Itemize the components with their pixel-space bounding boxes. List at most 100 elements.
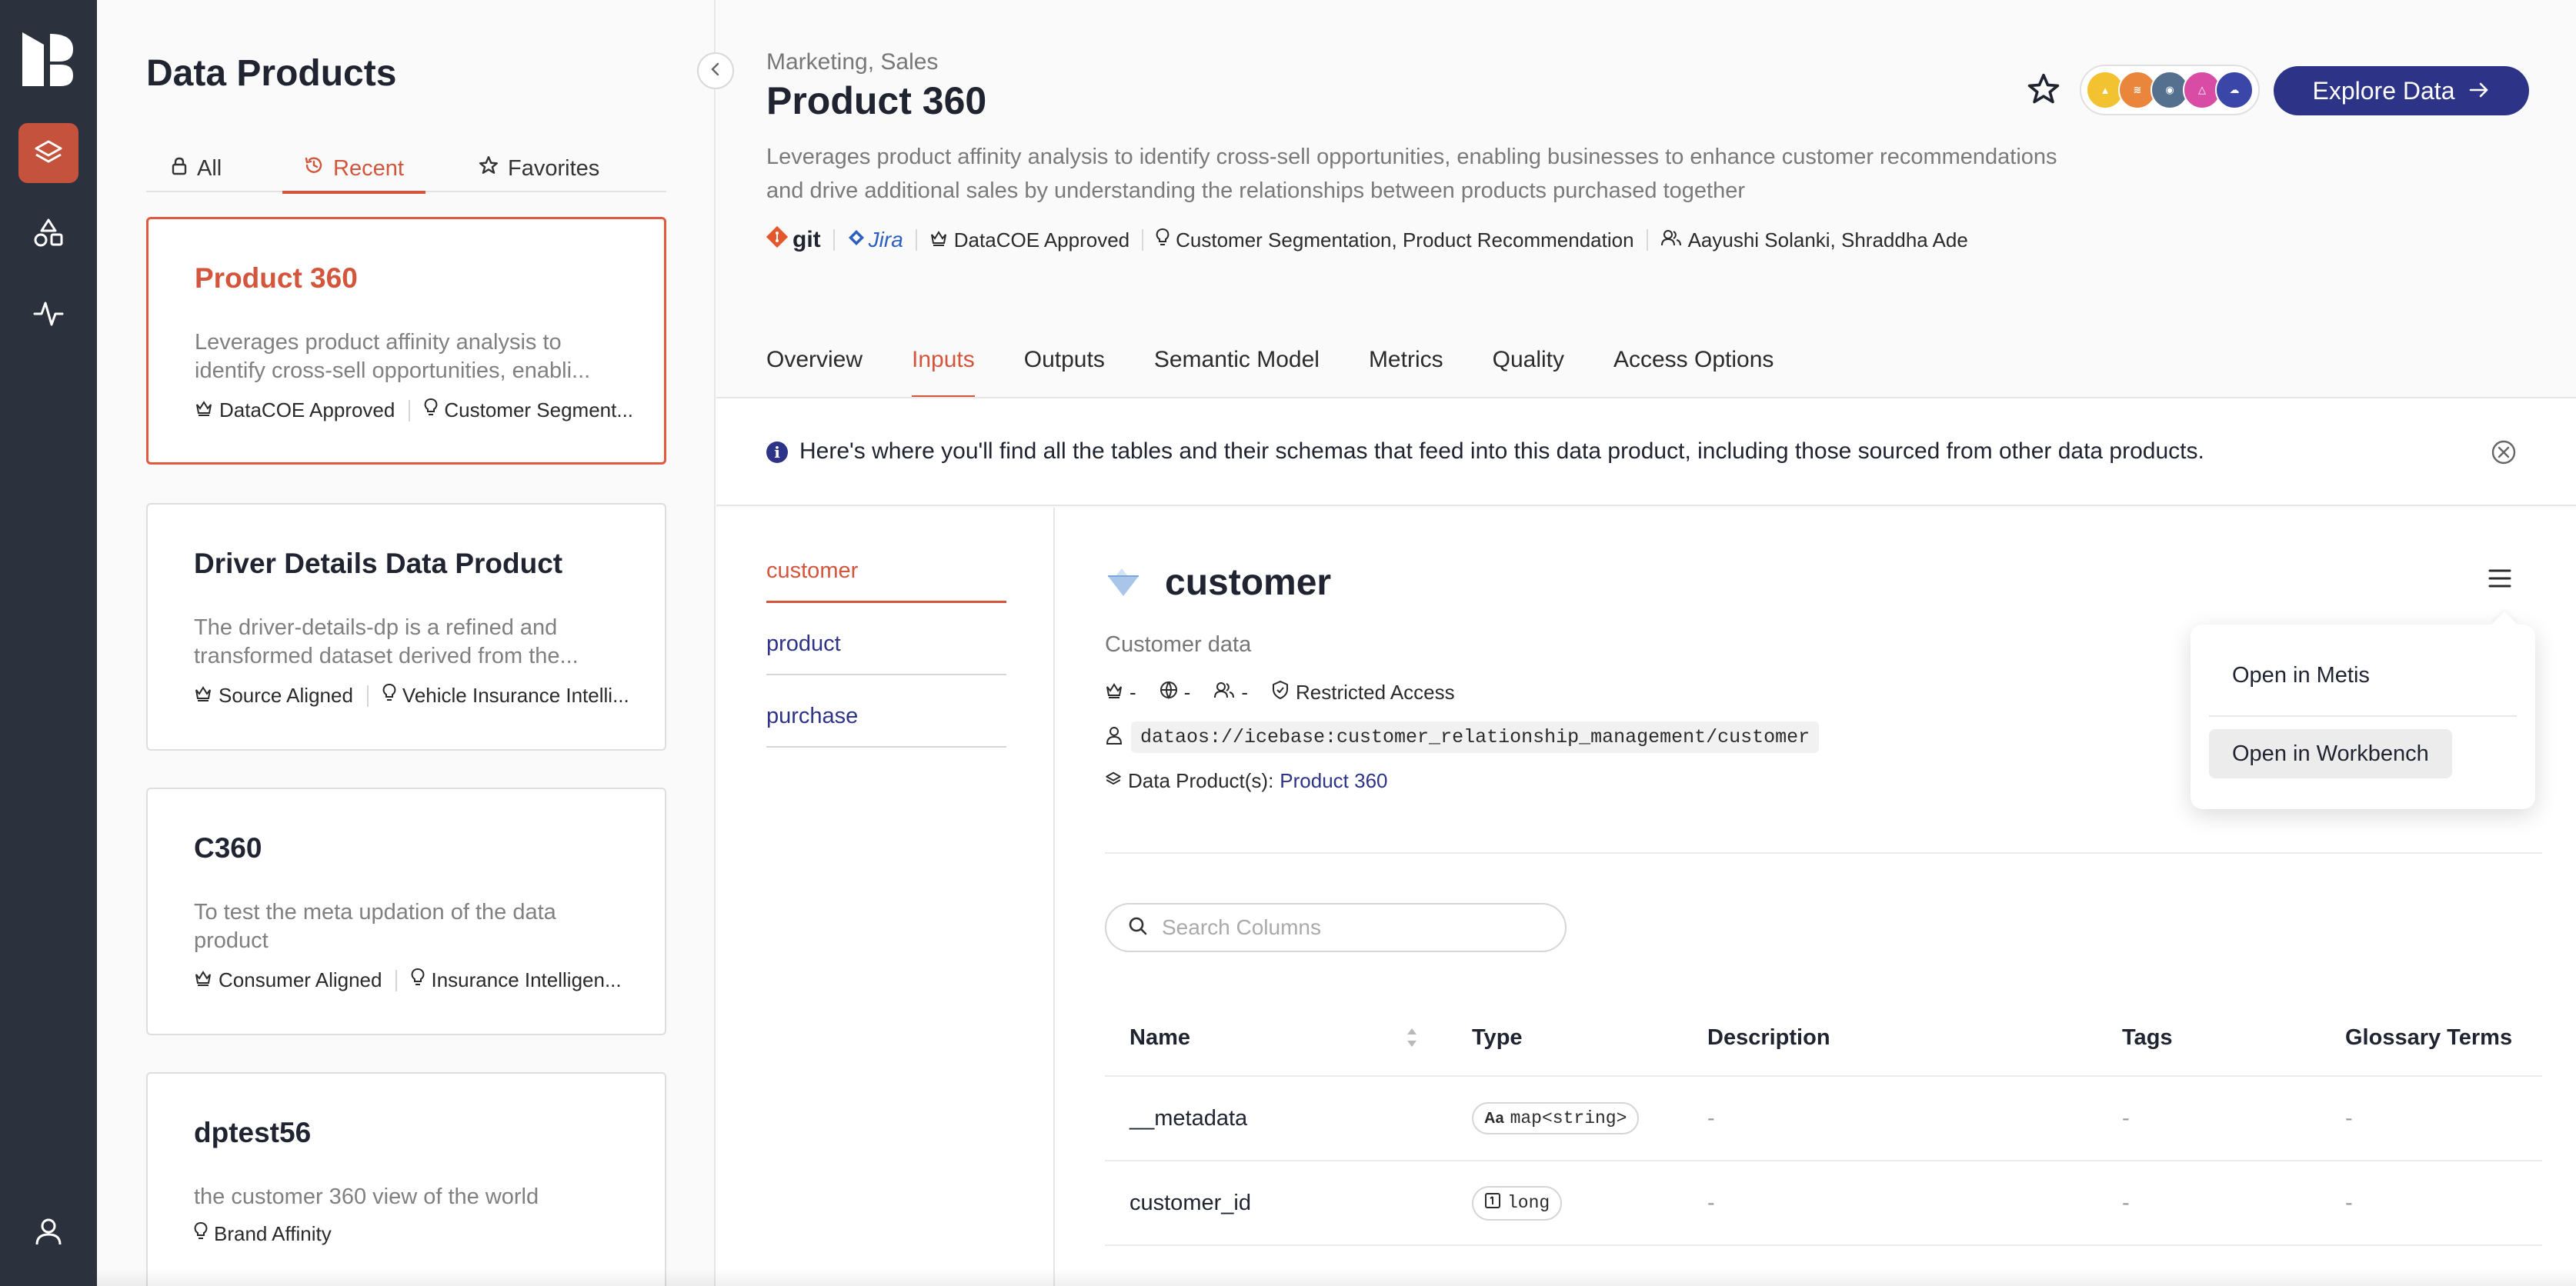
git-icon xyxy=(766,225,789,254)
table-meta: - - - Restricted Access xyxy=(1105,680,1455,705)
card-tag-label: Consumer Aligned xyxy=(219,968,382,991)
tab-all[interactable]: All xyxy=(171,145,222,192)
tier-meta: - xyxy=(1105,681,1136,705)
tab-recent[interactable]: Recent xyxy=(282,145,425,194)
page-title: Product 360 xyxy=(766,79,987,122)
star-icon xyxy=(2027,72,2060,110)
tab-semantic-model[interactable]: Semantic Model xyxy=(1154,338,1320,398)
divider xyxy=(366,685,369,707)
dataset-item-customer[interactable]: customer xyxy=(766,531,1006,603)
column-header-glossary: Glossary Terms xyxy=(2345,1024,2513,1050)
git-label: git xyxy=(792,227,821,252)
divider xyxy=(1646,229,1648,251)
tab-outputs[interactable]: Outputs xyxy=(1024,338,1105,398)
search-icon xyxy=(1128,916,1148,940)
cell-type: Aa map<string> xyxy=(1472,1077,1640,1160)
table-header-row: Name Type Description Tags Glossary Term… xyxy=(1105,1000,2542,1077)
profile-nav-button[interactable] xyxy=(18,1201,78,1261)
lightbulb-icon xyxy=(1156,228,1170,253)
tab-inputs[interactable]: Inputs xyxy=(912,338,975,398)
card-tag: Insurance Intelligen... xyxy=(411,968,622,993)
tab-quality[interactable]: Quality xyxy=(1493,338,1564,398)
iceberg-icon xyxy=(1105,562,1142,603)
tab-access-options[interactable]: Access Options xyxy=(1613,338,1774,398)
number-type-icon xyxy=(1484,1192,1501,1214)
card-description: To test the meta updation of the data pr… xyxy=(194,900,556,953)
cell-description: - xyxy=(1707,1190,1715,1215)
favorite-button[interactable] xyxy=(2020,68,2067,114)
search-columns-input[interactable] xyxy=(1162,915,1531,940)
lightbulb-icon xyxy=(382,683,396,708)
open-in-metis-item[interactable]: Open in Metis xyxy=(2209,651,2393,700)
dataset-list: customer product purchase xyxy=(766,531,1006,748)
tab-overview[interactable]: Overview xyxy=(766,338,863,398)
card-tag-label: Brand Affinity xyxy=(214,1222,332,1245)
card-tag-label: DataCOE Approved xyxy=(219,398,395,421)
card-title: dptest56 xyxy=(194,1117,312,1148)
divider xyxy=(1105,852,2542,854)
data-products-nav-button[interactable] xyxy=(18,123,78,183)
tab-metrics[interactable]: Metrics xyxy=(1369,338,1443,398)
dataset-item-product[interactable]: product xyxy=(766,603,1006,675)
layers-icon xyxy=(33,138,64,168)
git-link[interactable]: git xyxy=(766,225,821,254)
product-card[interactable]: dptest56 the customer 360 view of the wo… xyxy=(146,1072,666,1286)
sort-icon[interactable] xyxy=(1405,1026,1419,1053)
list-tabs: All Recent Favorites xyxy=(146,145,666,194)
info-text: Here's where you'll find all the tables … xyxy=(799,438,2204,464)
card-title: Driver Details Data Product xyxy=(194,548,563,579)
close-banner-button[interactable] xyxy=(2490,438,2518,466)
shapes-nav-button[interactable] xyxy=(18,203,78,263)
dataset-item-purchase[interactable]: purchase xyxy=(766,675,1006,748)
explore-data-button[interactable]: Explore Data xyxy=(2274,66,2529,115)
table-row[interactable]: __metadata Aa map<string> - - - xyxy=(1105,1077,2542,1161)
card-tag: Consumer Aligned xyxy=(194,968,382,992)
product-card[interactable]: Driver Details Data Product The driver-d… xyxy=(146,503,666,751)
product-card[interactable]: Product 360 Leverages product affinity a… xyxy=(146,217,666,465)
divider xyxy=(395,969,398,991)
globe-icon xyxy=(1160,681,1178,705)
collapse-panel-button[interactable] xyxy=(697,52,734,89)
product-card[interactable]: C360 To test the meta updation of the da… xyxy=(146,788,666,1035)
shapes-icon xyxy=(32,217,65,249)
tab-favorites-label: Favorites xyxy=(508,155,600,181)
domain-meta: - xyxy=(1160,681,1191,705)
jira-label: Jira xyxy=(868,228,903,252)
table-row[interactable]: customer_id long - - - xyxy=(1105,1161,2542,1246)
table-menu-button[interactable] xyxy=(2486,566,2520,594)
search-columns-field[interactable] xyxy=(1105,903,1567,952)
users-icon xyxy=(1213,681,1235,705)
lightbulb-icon xyxy=(411,968,425,993)
cell-name: __metadata xyxy=(1130,1105,1248,1131)
arrow-right-icon xyxy=(2468,77,2490,105)
card-tag-label: Vehicle Insurance Intelli... xyxy=(402,684,629,707)
column-header-type: Type xyxy=(1472,1024,1523,1050)
activity-nav-button[interactable] xyxy=(18,283,78,343)
card-title: Product 360 xyxy=(195,262,358,294)
explore-data-label: Explore Data xyxy=(2312,76,2455,105)
column-header-name[interactable]: Name xyxy=(1130,1000,1190,1075)
data-source-icons[interactable]: ▲ ≋ ◉ △ ☁ xyxy=(2080,65,2260,115)
domain-value: - xyxy=(1183,681,1191,704)
approval-tag: DataCOE Approved xyxy=(929,228,1130,252)
crown-icon xyxy=(195,398,213,422)
lock-icon xyxy=(171,156,188,182)
open-in-workbench-item[interactable]: Open in Workbench xyxy=(2209,729,2452,778)
data-product-link[interactable]: Product 360 xyxy=(1280,769,1387,793)
history-icon xyxy=(304,155,324,182)
table-path[interactable]: dataos://icebase:customer_relationship_m… xyxy=(1131,721,1820,753)
divider xyxy=(915,229,917,251)
jira-link[interactable]: Jira xyxy=(847,228,903,252)
tab-favorites[interactable]: Favorites xyxy=(479,145,599,192)
chevron-left-icon xyxy=(709,62,722,81)
table-header: customer xyxy=(1105,561,1331,604)
left-rail xyxy=(0,0,97,1286)
table-data-products: Data Product(s): Product 360 xyxy=(1105,769,1388,793)
card-tags: Brand Affinity xyxy=(194,1221,332,1247)
column-header-description: Description xyxy=(1707,1024,1830,1050)
type-chip: Aa map<string> xyxy=(1472,1102,1640,1134)
divider xyxy=(1142,229,1144,251)
type-label: long xyxy=(1507,1193,1550,1213)
app-logo[interactable] xyxy=(21,31,75,88)
card-tags: Source Aligned Vehicle Insurance Intelli… xyxy=(194,683,629,708)
